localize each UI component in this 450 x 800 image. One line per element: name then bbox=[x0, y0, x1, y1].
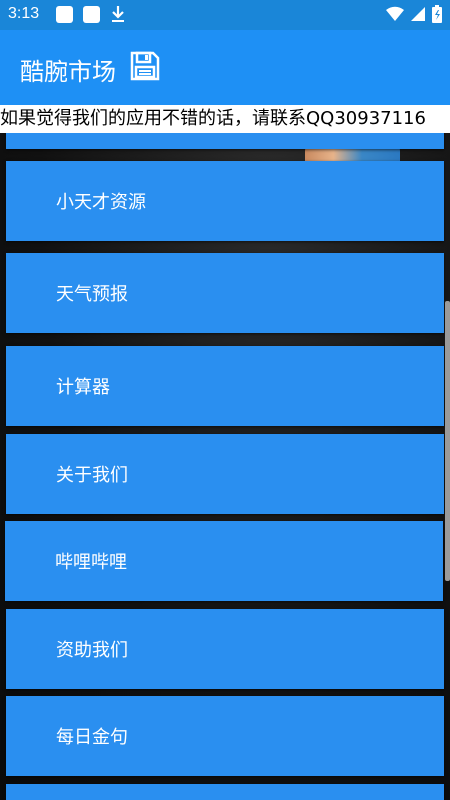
marquee-banner: 如果觉得我们的应用不错的话，请联系QQ30937116 bbox=[0, 105, 450, 133]
menu-button-daily-quote[interactable]: 每日金句 bbox=[6, 696, 444, 776]
wifi-icon bbox=[386, 6, 404, 27]
menu-button-about-us[interactable]: 关于我们 bbox=[6, 434, 444, 514]
menu-button-label: 小天才资源 bbox=[56, 192, 146, 213]
notification-square-icon bbox=[83, 6, 100, 23]
menu-button-label: 哔哩哔哩 bbox=[55, 552, 127, 573]
menu-button-calculator[interactable]: 计算器 bbox=[6, 346, 444, 426]
cell-signal-icon bbox=[410, 6, 426, 27]
scrollbar[interactable] bbox=[445, 301, 450, 581]
marquee-text: 如果觉得我们的应用不错的话，请联系QQ30937116 bbox=[0, 108, 426, 129]
menu-button-weather[interactable]: 天气预报 bbox=[6, 253, 444, 333]
notification-square-icon bbox=[56, 6, 73, 23]
menu-button-label: 关于我们 bbox=[56, 465, 128, 486]
status-bar: 3:13 bbox=[0, 0, 450, 30]
app-title: 酷腕市场 bbox=[20, 58, 116, 86]
menu-button-donate[interactable]: 资助我们 bbox=[6, 609, 444, 689]
status-time: 3:13 bbox=[8, 5, 40, 22]
menu-button-label: 资助我们 bbox=[56, 640, 128, 661]
menu-button-xiaotiancai[interactable]: 小天才资源 bbox=[6, 161, 444, 241]
partial-menu-button[interactable] bbox=[6, 784, 444, 800]
menu-button-label: 计算器 bbox=[56, 377, 110, 398]
app-bar: 酷腕市场 bbox=[0, 30, 450, 105]
menu-button-label: 每日金句 bbox=[56, 727, 128, 748]
save-icon[interactable] bbox=[129, 50, 161, 86]
download-icon bbox=[110, 5, 126, 28]
menu-button-bilibili[interactable]: 哔哩哔哩 bbox=[5, 521, 443, 601]
menu-list[interactable]: 小天才资源 天气预报 计算器 关于我们 哔哩哔哩 资助我们 每日金句 bbox=[0, 133, 450, 800]
menu-button-label: 天气预报 bbox=[56, 284, 128, 305]
partial-menu-button[interactable] bbox=[6, 133, 444, 149]
battery-icon bbox=[432, 5, 442, 28]
